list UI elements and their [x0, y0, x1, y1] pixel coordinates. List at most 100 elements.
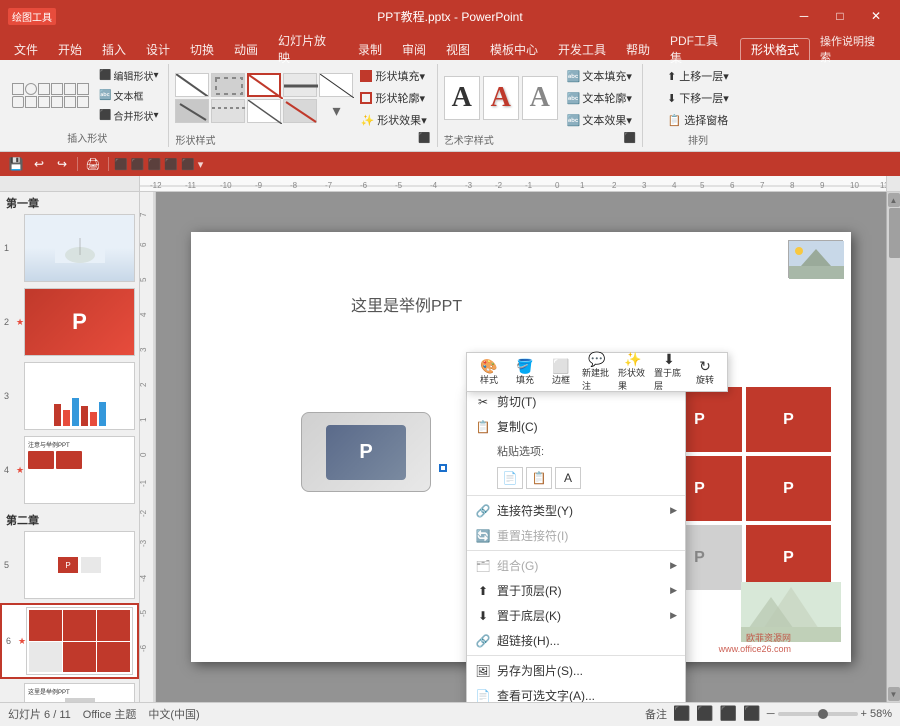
text-fill-btn[interactable]: 🔤 文本填充 ▾	[563, 66, 636, 86]
edit-shape-btn[interactable]: ⬛ 编辑形状 ▾	[95, 66, 162, 85]
shape-style-8[interactable]	[247, 99, 281, 123]
view-slideshow-btn[interactable]: ⬛	[743, 705, 760, 722]
paste-opt-2[interactable]: 📋	[526, 467, 552, 489]
art-style-3[interactable]: A	[522, 76, 558, 120]
minimize-button[interactable]: ─	[788, 6, 820, 26]
ctx-group[interactable]: 🗂 组合(G)	[467, 553, 685, 578]
paste-opt-3[interactable]: A	[555, 467, 581, 489]
tab-slideshow[interactable]: 幻灯片放映	[268, 38, 348, 60]
tab-templates[interactable]: 模板中心	[480, 38, 548, 60]
shape-style-5[interactable]	[319, 73, 353, 97]
slide-thumb-4[interactable]: 注意与举例PPT	[24, 436, 135, 504]
paste-opt-1[interactable]: 📄	[497, 467, 523, 489]
slide-item-7[interactable]: 7 这里是举例PPT	[0, 681, 139, 702]
art-style-2[interactable]: A	[483, 76, 519, 120]
shape-r6[interactable]	[38, 96, 50, 108]
zoom-thumb[interactable]	[818, 709, 828, 719]
send-back-btn[interactable]: ⬇ 下移一层 ▾	[663, 88, 733, 108]
ctx-send-back[interactable]: ⬇ 置于底层(K)	[467, 603, 685, 628]
mini-tb-bring-to[interactable]: ⬇ 置于底层	[653, 357, 685, 387]
shape-style-7[interactable]	[211, 99, 245, 123]
close-button[interactable]: ✕	[860, 6, 892, 26]
shape-style-more[interactable]: ▾	[319, 99, 353, 123]
slide-thumb-5[interactable]: P	[24, 531, 135, 599]
mini-tb-fill[interactable]: 🪣 填充	[509, 357, 541, 387]
shape-r9[interactable]	[77, 96, 89, 108]
ctx-connect-type[interactable]: 🔗 连接符类型(Y)	[467, 498, 685, 523]
mini-tb-shape-effect[interactable]: ✨ 形状效果	[617, 357, 649, 387]
slide-thumb-1[interactable]	[24, 214, 135, 282]
tab-help[interactable]: 帮助	[616, 38, 660, 60]
ctx-cut[interactable]: ✂ 剪切(T)	[467, 389, 685, 414]
qat-undo[interactable]: ↩	[29, 154, 49, 174]
tab-developer[interactable]: 开发工具	[548, 38, 616, 60]
zoom-slider[interactable]	[778, 712, 858, 716]
ctx-paste-options[interactable]: 粘贴选项: 📄 📋 A	[467, 439, 685, 493]
art-styles-expand[interactable]: ⬛	[624, 133, 636, 144]
slide-item-4[interactable]: 4 ★ 注意与举例PPT	[0, 434, 139, 506]
ctx-reconnect[interactable]: 🔄 重置连接符(I)	[467, 523, 685, 548]
shape-r1[interactable]	[51, 83, 63, 95]
tab-shapeformat[interactable]: 形状格式	[740, 38, 810, 60]
zoom-level[interactable]: 58%	[870, 708, 892, 720]
mini-tb-rotate[interactable]: ↻ 旋转	[689, 357, 721, 387]
shape-oval[interactable]	[25, 83, 37, 95]
shape-r7[interactable]	[51, 96, 63, 108]
scroll-up-btn[interactable]: ▲	[888, 193, 900, 207]
shape-r2[interactable]	[64, 83, 76, 95]
bring-front-btn[interactable]: ⬆ 上移一层 ▾	[663, 66, 733, 86]
qat-print[interactable]: 🖨	[83, 154, 103, 174]
slide-item-5[interactable]: 5 P	[0, 529, 139, 601]
shape-r8[interactable]	[64, 96, 76, 108]
view-slide-sorter-btn[interactable]: ⬛	[696, 705, 713, 722]
zoom-in-btn[interactable]: +	[861, 708, 867, 720]
mini-tb-border[interactable]: ⬜ 边框	[545, 357, 577, 387]
ctx-alt-text[interactable]: 📄 查看可选文字(A)...	[467, 683, 685, 702]
shape-outline-btn[interactable]: 形状轮廓 ▾	[356, 88, 430, 108]
ctx-save-image[interactable]: 🖼 另存为图片(S)...	[467, 658, 685, 683]
scroll-down-btn[interactable]: ▼	[888, 687, 900, 701]
qat-redo[interactable]: ↪	[52, 154, 72, 174]
shape-fill-btn[interactable]: 形状填充 ▾	[356, 66, 430, 86]
shape-style-1[interactable]	[175, 73, 209, 97]
shape-style-6[interactable]	[175, 99, 209, 123]
textbox-btn[interactable]: 🔤 文本框	[95, 86, 162, 105]
scroll-thumb[interactable]	[889, 208, 900, 258]
view-reading-btn[interactable]: ⬛	[720, 705, 737, 722]
tab-home[interactable]: 开始	[48, 38, 92, 60]
mini-tb-style[interactable]: 🎨 样式	[473, 357, 505, 387]
slide-thumb-3[interactable]	[24, 362, 135, 430]
slide-item-1[interactable]: 1	[0, 212, 139, 284]
shape-style-4[interactable]	[283, 73, 317, 97]
shape-r5[interactable]	[25, 96, 37, 108]
tab-design[interactable]: 设计	[136, 38, 180, 60]
slide-thumb-6[interactable]	[26, 607, 133, 675]
text-outline-btn[interactable]: 🔤 文本轮廓 ▾	[563, 88, 636, 108]
merge-shapes-btn[interactable]: ⬛ 合并形状 ▾	[95, 106, 162, 125]
ctx-copy[interactable]: 📋 复制(C)	[467, 414, 685, 439]
tab-insert[interactable]: 插入	[92, 38, 136, 60]
slide-item-2[interactable]: 2 ★ P	[0, 286, 139, 358]
selection-pane-btn[interactable]: 📋 选择窗格	[664, 110, 733, 130]
slide-item-3[interactable]: 3	[0, 360, 139, 432]
tab-operationhelp[interactable]: 操作说明搜索	[810, 38, 896, 60]
tab-review[interactable]: 审阅	[392, 38, 436, 60]
shape-rect[interactable]	[12, 83, 24, 95]
view-normal-btn[interactable]: ⬛	[673, 705, 690, 722]
shape-styles-expand[interactable]: ⬛	[418, 133, 430, 144]
ppt-shape[interactable]: P	[301, 412, 431, 492]
scrollbar-vertical[interactable]: ▲ ▼	[886, 192, 900, 702]
tab-record[interactable]: 录制	[348, 38, 392, 60]
image-thumbnail[interactable]	[788, 240, 843, 278]
slide-thumb-7[interactable]: 这里是举例PPT	[24, 683, 135, 702]
shape-style-2[interactable]	[211, 73, 245, 97]
ctx-bring-front[interactable]: ⬆ 置于顶层(R)	[467, 578, 685, 603]
shape-effect-btn[interactable]: ✨ 形状效果 ▾	[356, 110, 430, 130]
slide-thumb-2[interactable]: P	[24, 288, 135, 356]
tab-pdftools[interactable]: PDF工具集	[660, 38, 740, 60]
zoom-out-btn[interactable]: ─	[767, 708, 775, 720]
text-effect-btn[interactable]: 🔤 文本效果 ▾	[563, 110, 636, 130]
tab-view[interactable]: 视图	[436, 38, 480, 60]
maximize-button[interactable]: □	[824, 6, 856, 26]
selection-handle[interactable]	[439, 464, 447, 472]
